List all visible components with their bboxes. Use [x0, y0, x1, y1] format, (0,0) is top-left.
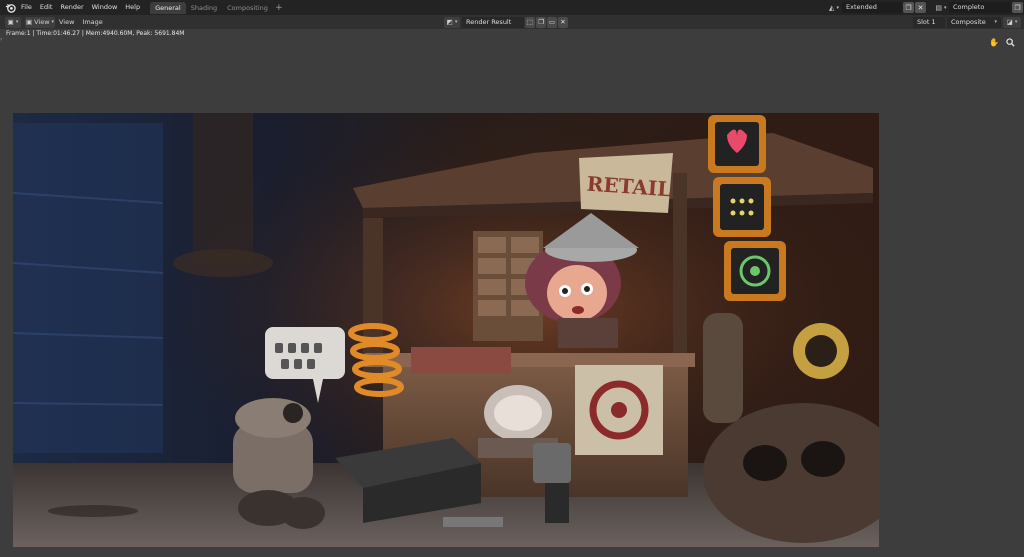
menu-render[interactable]: Render — [56, 0, 87, 15]
remove-scene-icon[interactable]: ✕ — [915, 2, 926, 13]
new-view-layer-icon[interactable]: ❐ — [1012, 2, 1023, 13]
image-editor-header: ▣ ▾ ▣ View ▾ View Image ◩ ▾ Render Result ⬚… — [0, 15, 1024, 29]
display-channels-icon[interactable]: ◪ ▾ — [1003, 16, 1021, 28]
pass-label: Composite — [951, 17, 986, 26]
top-menu-bar: File Edit Render Window Help General Sha… — [0, 0, 1024, 15]
zoom-icon[interactable] — [1004, 36, 1016, 48]
view-mode-icon: ▣ — [25, 18, 33, 26]
fake-user-icon[interactable]: ⬚ — [525, 16, 535, 28]
tab-compositing[interactable]: Compositing — [222, 2, 273, 14]
image-name-field[interactable]: Render Result — [462, 16, 524, 28]
render-result-image[interactable]: RETAIL — [13, 113, 879, 547]
view-layer-name-field[interactable]: Completo — [949, 2, 1011, 13]
tab-general[interactable]: General — [150, 1, 186, 14]
new-scene-icon[interactable]: ❐ — [903, 2, 914, 13]
render-status-text: Frame:1 | Time:01:46.27 | Mem:4940.60M, … — [6, 30, 185, 37]
new-image-icon[interactable]: ❐ — [536, 16, 546, 28]
menu-view[interactable]: View — [55, 15, 78, 29]
slot-pass-group: Slot 1 Composite ▾ ◪ ▾ — [913, 16, 1024, 28]
scene-icon[interactable]: ◭ ▾ — [826, 2, 842, 13]
render-scene-illustration: RETAIL — [13, 113, 879, 547]
scene-name-field[interactable]: Extended — [842, 2, 902, 13]
menu-image[interactable]: Image — [78, 15, 106, 29]
view-layer-selector: ▤▾ Completo ❐ ✕ — [933, 2, 1024, 13]
pass-dropdown[interactable]: Composite ▾ — [947, 16, 1001, 28]
menu-window[interactable]: Window — [88, 0, 122, 15]
add-workspace-button[interactable]: + — [273, 2, 285, 14]
toolbar-expand-handle[interactable]: › — [0, 36, 4, 46]
hand-pan-icon[interactable]: ✋ — [988, 36, 1000, 48]
image-selector: ◩ ▾ Render Result ⬚ ❐ ▭ ✕ — [444, 16, 568, 28]
unlink-image-icon[interactable]: ✕ — [558, 16, 568, 28]
image-editor-icon[interactable]: ▣ ▾ — [5, 16, 21, 28]
blender-logo-icon[interactable] — [3, 1, 17, 15]
navigation-gizmos: ✋ — [988, 36, 1016, 48]
menu-help[interactable]: Help — [121, 0, 144, 15]
view-layer-icon[interactable]: ▤ ▾ — [933, 2, 949, 13]
scene-selector: ◭ ▾ Extended ❐ ✕ — [826, 2, 926, 13]
view-mode-label: View — [34, 18, 50, 26]
workspace-tabs: General Shading Compositing + — [150, 0, 285, 15]
open-image-icon[interactable]: ▭ — [547, 16, 557, 28]
tab-shading[interactable]: Shading — [186, 2, 222, 14]
slot-dropdown[interactable]: Slot 1 — [913, 16, 945, 28]
slot-label: Slot 1 — [917, 17, 936, 26]
menu-edit[interactable]: Edit — [36, 0, 57, 15]
menu-file[interactable]: File — [17, 0, 36, 15]
view-mode-dropdown[interactable]: ▣ View ▾ — [25, 16, 55, 28]
browse-image-icon[interactable]: ◩ ▾ — [444, 16, 460, 28]
